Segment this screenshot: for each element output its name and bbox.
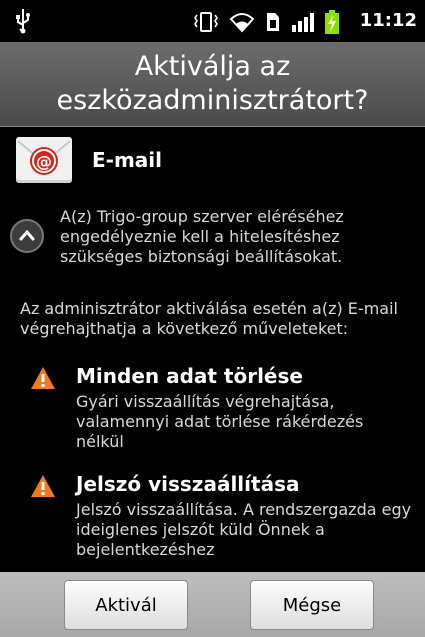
- admin-activation-text: Az adminisztrátor aktiválása esetén a(z)…: [20, 299, 398, 338]
- dialog-content[interactable]: @ E-mail A(z) Trigo-group szerver elérés…: [0, 127, 425, 572]
- svg-text:@: @: [36, 152, 52, 171]
- permission-title: Minden adat törlése: [76, 364, 303, 388]
- cancel-button[interactable]: Mégse: [250, 580, 374, 630]
- email-app-icon: @: [16, 137, 72, 183]
- app-row: @ E-mail: [16, 137, 162, 183]
- wifi-icon: [229, 13, 255, 33]
- permission-description: Jelszó visszaállítása. A rendszergazda e…: [76, 500, 412, 559]
- warning-icon: [31, 475, 55, 497]
- expand-collapse-button[interactable]: [10, 219, 44, 253]
- app-name: E-mail: [92, 148, 163, 172]
- sim-icon: [267, 13, 279, 31]
- signal-icon: [292, 13, 314, 32]
- app-description: A(z) Trigo-group szerver eléréséhez enge…: [60, 207, 344, 266]
- battery-charging-icon: [325, 10, 339, 34]
- chevron-up-icon: [19, 229, 35, 241]
- usb-icon: [16, 9, 30, 34]
- dialog-title: Aktiválja az eszközadminisztrátort?: [0, 42, 425, 127]
- email-at-icon: @: [17, 140, 71, 175]
- dialog-title-line1: Aktiválja az: [134, 51, 291, 82]
- activate-button[interactable]: Aktivál: [64, 580, 188, 630]
- permission-description: Gyári visszaállítás végrehajtása, valame…: [76, 392, 364, 451]
- vibrate-icon: [194, 12, 218, 32]
- warning-icon: [31, 367, 55, 389]
- dialog-title-line2: eszközadminisztrátort?: [56, 85, 369, 116]
- button-bar: Aktivál Mégse: [0, 572, 425, 637]
- permission-title: Jelszó visszaállítása: [76, 472, 300, 496]
- status-time: 11:12: [359, 10, 417, 31]
- status-bar: 11:12: [0, 0, 425, 42]
